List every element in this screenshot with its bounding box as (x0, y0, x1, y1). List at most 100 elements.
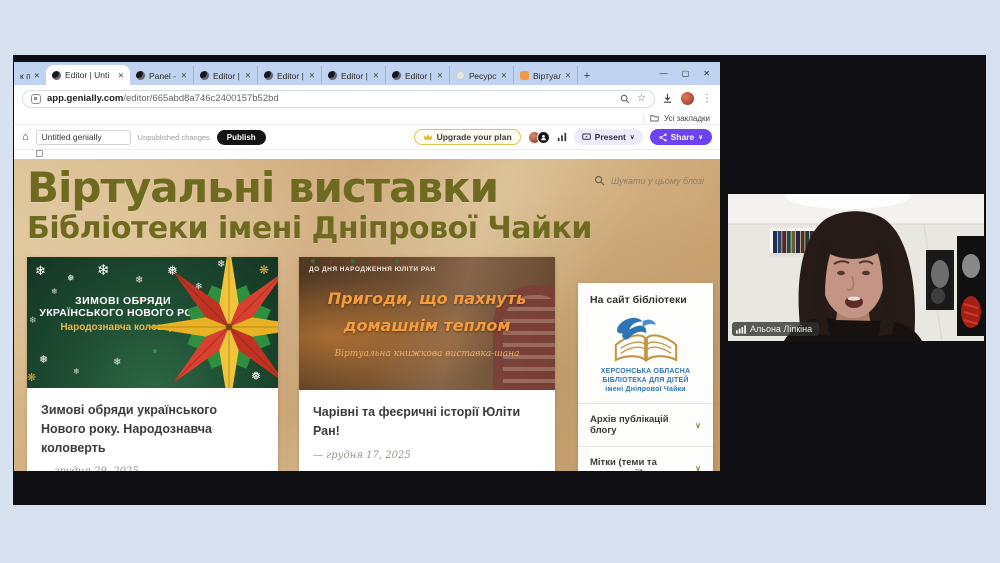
unpublished-status: Unpublished changes (138, 133, 210, 142)
blog-post-card[interactable]: ❄ ❅ ❄ ❄ ❅ ❄ ❄ ❅ ❄ ❄ ❄ ❅ ❄ ❋ (27, 257, 278, 471)
post-card-body: Чарівні та феєричні історії Юліти Ран! —… (299, 390, 555, 461)
banner-subtitle: Віртуальна книжкова виставка-шана (299, 349, 555, 359)
tab-close-icon[interactable]: ✕ (501, 71, 507, 80)
all-bookmarks-button[interactable]: Усі закладки (664, 114, 710, 123)
browser-tab-2[interactable]: Panel - Geni ✕ (130, 66, 194, 85)
home-icon[interactable]: ⌂ (22, 131, 29, 143)
browser-tab-0[interactable]: к пу ✕ (14, 66, 46, 85)
tab-close-icon[interactable]: ✕ (34, 71, 40, 80)
tab-label: Ресурси дл (469, 71, 497, 81)
browser-profile-avatar[interactable] (681, 92, 694, 105)
url-field[interactable]: app.genially.com/editor/665abd8a746c2400… (22, 90, 655, 108)
upgrade-plan-button[interactable]: Upgrade your plan (414, 129, 521, 145)
tab-close-icon[interactable]: ✕ (565, 71, 571, 80)
tab-label: Editor | Unti (277, 71, 305, 81)
maximize-button[interactable]: ▢ (682, 70, 690, 78)
browser-tab-6[interactable]: Editor | Mari ✕ (386, 66, 450, 85)
tab-close-icon[interactable]: ✕ (245, 71, 251, 80)
present-button[interactable]: Present ∨ (574, 129, 643, 145)
post-date: — грудня 29, 2025 (41, 466, 264, 471)
browser-tab-4[interactable]: Editor | Unti ✕ (258, 66, 322, 85)
genially-favicon (136, 71, 145, 80)
logo-line3: імені Дніпрової Чайки (590, 385, 701, 394)
activity-stats-icon[interactable] (557, 132, 567, 142)
audio-signal-icon (736, 325, 746, 334)
post-banner-cozy: ДО ДНЯ НАРОДЖЕННЯ ЮЛІТИ РАН Пригоди, що … (299, 257, 555, 390)
tab-close-icon[interactable]: ✕ (437, 71, 443, 80)
share-label: Share (671, 132, 695, 142)
chevron-down-icon: ∨ (698, 133, 703, 141)
participant-name: Альона Ліпкіна (750, 324, 812, 334)
person-icon (540, 134, 547, 141)
bookmarks-separator: | (643, 113, 645, 123)
post-title[interactable]: Зимові обряди українського Нового року. … (41, 401, 264, 457)
tags-accordion[interactable]: Мітки (теми та персоналії) ∨ (590, 447, 701, 471)
tab-label: Editor | Mari (405, 71, 433, 81)
genially-favicon (392, 71, 401, 80)
window-close-button[interactable]: ✕ (703, 70, 710, 78)
downloads-icon[interactable] (662, 93, 673, 104)
tab-label: Віртуальні в (533, 71, 561, 81)
blog-post-card[interactable]: ДО ДНЯ НАРОДЖЕННЯ ЮЛІТИ РАН Пригоди, що … (299, 257, 555, 471)
genially-favicon (200, 71, 209, 80)
tab-close-icon[interactable]: ✕ (373, 71, 379, 80)
selection-icon[interactable] (36, 150, 43, 157)
archive-accordion[interactable]: Архів публікацій блогу ∨ (590, 404, 701, 436)
banner-kicker: ДО ДНЯ НАРОДЖЕННЯ ЮЛІТИ РАН (309, 266, 436, 273)
blog-search-icon (594, 175, 605, 186)
bookmark-star-icon[interactable]: ☆ (637, 93, 646, 104)
blog-favicon (520, 71, 529, 80)
tab-close-icon[interactable]: ✕ (309, 71, 315, 80)
present-screen-icon (582, 133, 591, 141)
browser-tab-1-active[interactable]: Editor | Unti ✕ (46, 65, 130, 85)
post-title[interactable]: Чарівні та феєричні історії Юліти Ран! (313, 403, 541, 441)
logo-line2: БІБЛІОТЕКА ДЛЯ ДІТЕЙ (590, 376, 701, 385)
share-icon (659, 133, 667, 142)
publish-button[interactable]: Publish (217, 130, 266, 145)
video-meeting-screen: { "ui": { "chevron_down": "∨", "close_gl… (0, 0, 1000, 563)
tab-close-icon[interactable]: ✕ (181, 71, 187, 80)
blog-search-box[interactable]: Шукати у цьому блозі (594, 175, 704, 186)
logo-line1: ХЕРСОНСЬКА ОБЛАСНА (590, 367, 701, 376)
browser-tab-5[interactable]: Editor | Mpi ✕ (322, 66, 386, 85)
chevron-down-icon: ∨ (630, 133, 635, 141)
resources-favicon (456, 71, 465, 80)
collaborator-avatars (528, 131, 550, 144)
browser-address-bar: app.genially.com/editor/665abd8a746c2400… (14, 85, 720, 112)
guest-avatar[interactable] (537, 131, 550, 144)
post-card-body: Зимові обряди українського Нового року. … (27, 388, 278, 471)
browser-tab-7[interactable]: Ресурси дл ✕ (450, 66, 514, 85)
genially-favicon (264, 71, 273, 80)
library-logo (604, 313, 688, 365)
wheat-accent: ❋ (27, 371, 36, 384)
project-title-input[interactable] (36, 130, 131, 145)
search-icon[interactable] (620, 94, 630, 104)
browser-window: к пу ✕ Editor | Unti ✕ Panel - Geni ✕ Ed… (14, 62, 720, 471)
share-button[interactable]: Share ∨ (650, 129, 712, 145)
browser-menu-icon[interactable]: ⋮ (702, 93, 712, 104)
christmas-star-graphic (145, 257, 278, 388)
blog-sidebar: На сайт бібліотеки ХЕРСОНСЬКА ОБЛАСНА БІ… (578, 283, 713, 471)
url-path: /editor/665abd8a746c2400157b52bd (123, 93, 278, 104)
tab-label: Editor | Mpi (341, 71, 369, 81)
library-site-link[interactable]: На сайт бібліотеки (590, 294, 701, 306)
participant-video-tile[interactable]: Альона Ліпкіна (728, 194, 984, 341)
tab-close-icon[interactable]: ✕ (118, 71, 124, 80)
banner-line1: Пригоди, що пахнуть (328, 289, 526, 308)
chevron-down-icon: ∨ (695, 421, 701, 430)
page-url[interactable]: app.genially.com/editor/665abd8a746c2400… (47, 93, 279, 104)
bookmarks-bar: | Усі закладки (14, 112, 720, 125)
browser-tab-3[interactable]: Editor | При ✕ (194, 66, 258, 85)
screen-share-area: к пу ✕ Editor | Unti ✕ Panel - Geni ✕ Ed… (13, 55, 986, 505)
blog-preview-canvas: Віртуальні виставки Бібліотеки імені Дні… (14, 159, 720, 471)
new-tab-button[interactable]: + (578, 67, 596, 85)
crown-icon (423, 133, 433, 141)
minimize-button[interactable]: — (660, 70, 668, 78)
blog-search-placeholder: Шукати у цьому блозі (611, 176, 704, 186)
blog-title-line1: Віртуальні виставки (27, 163, 498, 212)
site-info-icon[interactable] (31, 94, 41, 104)
blog-title-line2: Бібліотеки імені Дніпрової Чайки (27, 211, 592, 246)
tab-label: к пу (20, 71, 30, 81)
post-date: — грудня 17, 2025 (313, 450, 541, 461)
browser-tab-8[interactable]: Віртуальні в ✕ (514, 66, 578, 85)
